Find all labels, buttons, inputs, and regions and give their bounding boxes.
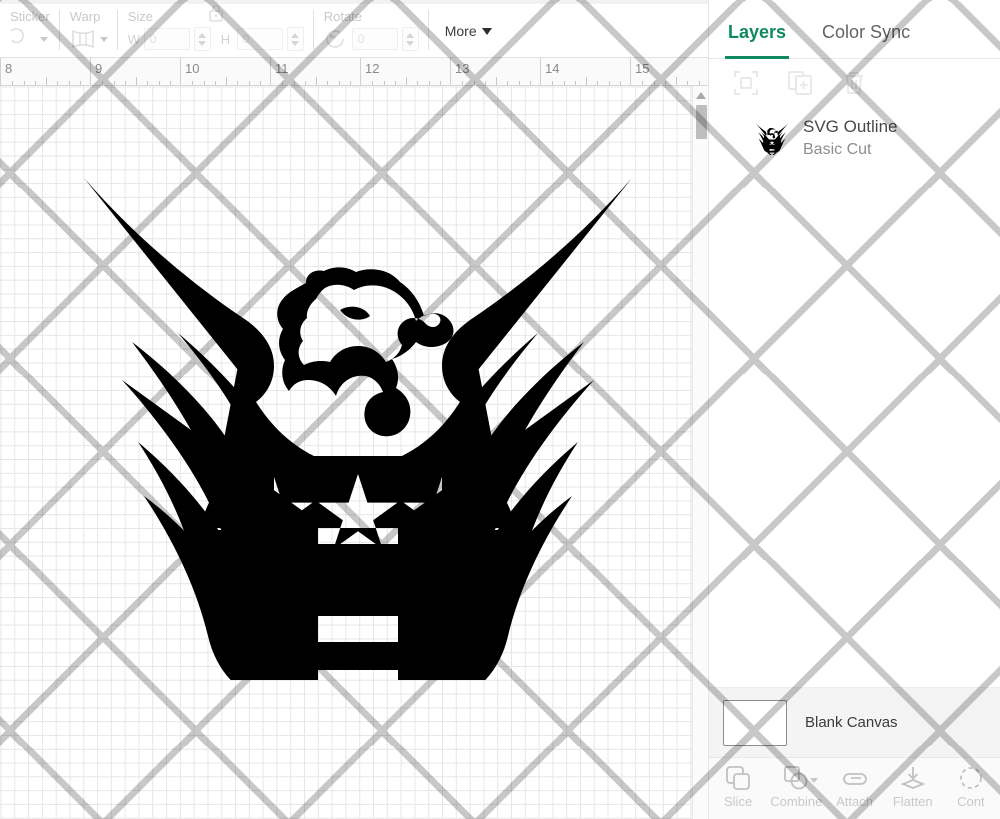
- ruler-label: 9: [95, 61, 103, 76]
- rotate-icon[interactable]: [324, 28, 348, 50]
- sticker-label: Sticker: [10, 9, 50, 24]
- blank-canvas-label: Blank Canvas: [805, 714, 898, 731]
- slice-icon: [725, 764, 751, 792]
- vertical-scroll-thumb[interactable]: [696, 105, 707, 139]
- blank-canvas-row[interactable]: Blank Canvas: [709, 687, 1000, 757]
- contour-button[interactable]: Cont: [942, 764, 1000, 809]
- layers-list[interactable]: SVG Outline Basic Cut: [709, 107, 1000, 687]
- sticker-icon: [10, 28, 36, 50]
- contour-label: Cont: [957, 794, 985, 809]
- ruler-tick: [676, 77, 677, 85]
- width-stepper[interactable]: [193, 27, 211, 51]
- toolbar-group-rotate: Rotate 0: [314, 0, 429, 57]
- layer-subtitle: Basic Cut: [803, 141, 872, 158]
- more-label: More: [444, 23, 477, 39]
- height-letter: H: [220, 31, 231, 47]
- slice-button[interactable]: Slice: [709, 764, 767, 809]
- ruler-unit: 9: [90, 58, 180, 85]
- tab-layers[interactable]: Layers: [724, 0, 790, 59]
- combine-button[interactable]: Combine: [767, 764, 825, 809]
- ruler-unit: 8: [0, 58, 90, 85]
- ruler-tick: [46, 77, 47, 85]
- chevron-down-icon[interactable]: [810, 778, 819, 783]
- ruler-unit: 11: [270, 58, 360, 85]
- flatten-button[interactable]: Flatten: [884, 764, 942, 809]
- rotate-stepper[interactable]: [401, 27, 419, 51]
- width-input[interactable]: 0: [143, 28, 190, 50]
- contour-icon: [958, 764, 984, 792]
- group-icon[interactable]: [733, 70, 759, 96]
- layer-title: SVG Outline: [803, 117, 898, 136]
- ruler-tick: [586, 77, 587, 85]
- tab-color-sync[interactable]: Color Sync: [822, 0, 910, 59]
- combine-label: Combine: [770, 794, 823, 809]
- rotate-input[interactable]: 0: [351, 28, 398, 50]
- width-letter: W: [127, 31, 141, 47]
- edit-toolbar: Sticker Warp Size W 0 H 0 Rotate 0 More: [0, 0, 708, 58]
- toolbar-group-size: Size W 0 H 0: [118, 0, 314, 57]
- blank-canvas-thumbnail: [723, 699, 787, 746]
- toolbar-group-sticker[interactable]: Sticker: [0, 0, 60, 57]
- horizontal-ruler: 8 9 10 11 12 13 14 15: [0, 58, 708, 86]
- chevron-down-icon[interactable]: [40, 36, 48, 42]
- ruler-tick: [496, 77, 497, 85]
- ruler-label: 10: [185, 61, 200, 76]
- attach-label: Attach: [836, 794, 873, 809]
- height-input[interactable]: 0: [236, 28, 283, 50]
- ruler-label: 13: [455, 61, 470, 76]
- ruler-label: 14: [545, 61, 560, 76]
- ruler-label: 15: [635, 61, 650, 76]
- ruler-unit: 10: [180, 58, 270, 85]
- attach-button[interactable]: Attach: [825, 764, 883, 809]
- ruler-unit: 15: [630, 58, 708, 85]
- ruler-unit: 12: [360, 58, 450, 85]
- ruler-label: 11: [275, 61, 289, 76]
- ruler-tick: [226, 77, 227, 85]
- toolbar-group-warp[interactable]: Warp: [60, 0, 118, 57]
- layers-panel: Layers Color Sync SVG Outline Basic Cut …: [708, 0, 1000, 819]
- layer-operations-bar: Slice Combine Attach Flatten Cont: [709, 757, 1000, 819]
- flatten-label: Flatten: [892, 794, 933, 809]
- canvas-viewport[interactable]: [0, 86, 708, 819]
- duplicate-icon[interactable]: [787, 70, 813, 96]
- cricut-design-space-window: Sticker Warp Size W 0 H 0 Rotate 0 More …: [0, 0, 1000, 819]
- chevron-down-icon[interactable]: [481, 27, 492, 35]
- warp-icon: [70, 29, 96, 49]
- vertical-scrollbar[interactable]: [692, 86, 708, 819]
- eagle-crest-svg[interactable]: [78, 170, 638, 680]
- slice-label: Slice: [724, 794, 753, 809]
- chevron-down-icon[interactable]: [99, 36, 108, 42]
- eagle-crest-thumbnail: [755, 121, 789, 157]
- ruler-tick: [316, 77, 317, 85]
- ruler-label: 12: [365, 61, 380, 76]
- panel-tab-bar: Layers Color Sync: [709, 0, 1000, 59]
- warp-label: Warp: [69, 9, 101, 24]
- attach-icon: [841, 764, 869, 792]
- lock-icon[interactable]: [206, 2, 226, 29]
- ruler-label: 8: [5, 61, 13, 76]
- design-area: Sticker Warp Size W 0 H 0 Rotate 0 More …: [0, 0, 708, 819]
- height-stepper[interactable]: [286, 27, 304, 51]
- layer-actions-bar: [709, 59, 1000, 107]
- toolbar-group-more[interactable]: More: [429, 0, 502, 57]
- ruler-tick: [136, 77, 137, 85]
- rotate-label: Rotate: [323, 9, 363, 24]
- combine-icon: [783, 764, 809, 792]
- flatten-icon: [900, 764, 926, 792]
- ruler-tick: [406, 77, 407, 85]
- layer-row[interactable]: SVG Outline Basic Cut: [709, 107, 1000, 171]
- delete-icon[interactable]: [841, 70, 867, 96]
- ruler-unit: 14: [540, 58, 630, 85]
- chevron-up-icon[interactable]: [693, 88, 708, 102]
- ruler-unit: 13: [450, 58, 540, 85]
